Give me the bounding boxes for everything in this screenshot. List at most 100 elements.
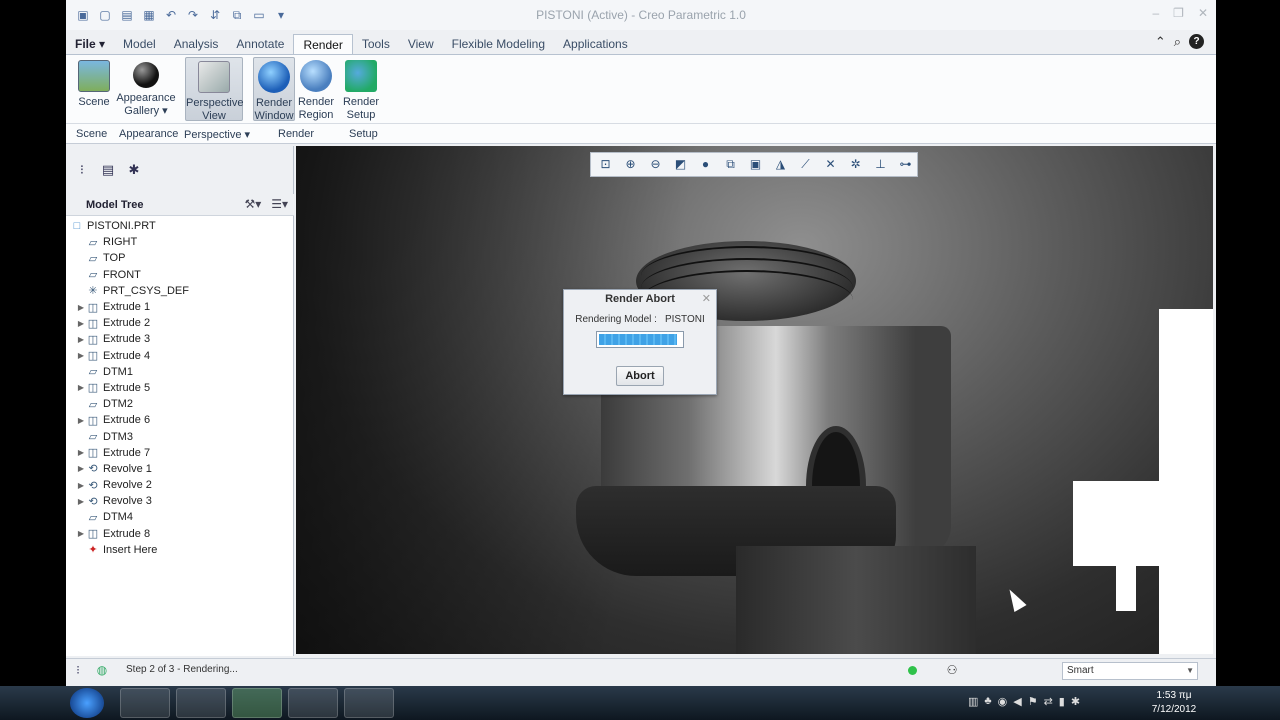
perspective-view-button[interactable]: Perspective View [185,57,243,122]
tray-safely-remove-icon[interactable]: ⇄ [1044,695,1053,708]
tree-item[interactable]: ▱ DTM2 [66,396,294,412]
display-style-icon[interactable]: ● [695,155,716,174]
datum-planes-icon[interactable]: ⟋ [795,155,816,174]
explorer-task-icon[interactable] [120,688,170,718]
tree-item[interactable]: ▶ ◫ Extrude 1 [66,299,294,315]
render-region-button[interactable]: Render Region [295,57,337,121]
group-scene[interactable]: Scene [76,128,107,140]
appearance-gallery-button[interactable]: Appearance Gallery ▾ [114,57,178,121]
tree-item[interactable]: ▶ ◫ Extrude 4 [66,348,294,364]
refit-icon[interactable]: ⊡ [595,155,616,174]
tree-item[interactable]: ▱ RIGHT [66,234,294,250]
maximize-icon[interactable]: ❐ [1173,6,1184,20]
tab-file[interactable]: File ▾ [66,34,114,54]
tree-item[interactable]: □ PISTONI.PRT [66,218,294,234]
annotations-icon[interactable]: ⊶ [895,155,916,174]
csys-icon[interactable]: ⊥ [870,155,891,174]
expand-arrow-icon[interactable]: ▶ [76,497,86,506]
expand-arrow-icon[interactable]: ▶ [76,416,86,425]
signal-icon[interactable]: ▮ [1059,695,1065,708]
feature-icon: ▱ [88,431,98,444]
tree-item[interactable]: ▶ ◫ Extrude 5 [66,380,294,396]
render-task-icon[interactable] [344,688,394,718]
expand-arrow-icon[interactable]: ▶ [76,448,86,457]
tree-item[interactable]: ▶ ◫ Extrude 7 [66,445,294,461]
tray-chrome-icon[interactable]: ◉ [998,695,1008,708]
tree-item[interactable]: ▶ ◫ Extrude 2 [66,315,294,331]
render-window-button[interactable]: Render Window [253,57,295,122]
zoom-in-icon[interactable]: ⊕ [620,155,641,174]
flag-icon[interactable]: ⚑ [1028,695,1038,708]
expand-arrow-icon[interactable]: ▶ [76,303,86,312]
expand-arrow-icon[interactable]: ▶ [76,319,86,328]
tree-item[interactable]: ✦ Insert Here [66,542,294,558]
expand-arrow-icon[interactable]: ▶ [76,529,86,538]
view-manager-icon[interactable]: ▣ [745,155,766,174]
group-perspective[interactable]: Perspective ▾ [184,128,250,141]
expand-arrow-icon[interactable]: ▶ [76,481,86,490]
bluetooth-icon[interactable]: ✱ [1071,695,1080,708]
group-setup[interactable]: Setup [349,128,378,140]
start-button-icon[interactable] [70,688,104,718]
tab-flexible-modeling[interactable]: Flexible Modeling [443,34,554,54]
tree-item[interactable]: ▶ ◫ Extrude 6 [66,412,294,428]
tab-render[interactable]: Render [293,34,353,54]
browser-toggle-icon[interactable]: ◍ [94,663,110,679]
tree-item[interactable]: ▶ ⟲ Revolve 3 [66,493,294,509]
dialog-close-icon[interactable]: ✕ [702,290,711,308]
tree-item[interactable]: ▱ FRONT [66,267,294,283]
tree-item[interactable]: ▶ ⟲ Revolve 1 [66,461,294,477]
model-tree: □ PISTONI.PRT ▱ RIGHT ▱ TOP ▱ FRONT ✳ PRT_CSYS_DE… [66,218,294,558]
tree-item[interactable]: ✳ PRT_CSYS_DEF [66,283,294,299]
tab-applications[interactable]: Applications [554,34,637,54]
tree-item[interactable]: ▱ TOP [66,250,294,266]
tray-network-icon[interactable]: ♣ [984,695,991,708]
help-icon[interactable]: ? [1189,34,1204,49]
tree-item[interactable]: ▶ ◫ Extrude 3 [66,331,294,347]
datum-points-icon[interactable]: ✲ [845,155,866,174]
search-icon[interactable]: ⌕ [1174,34,1181,50]
zoom-out-icon[interactable]: ⊖ [645,155,666,174]
minimize-ribbon-icon[interactable]: ⌃ [1155,34,1166,50]
feature-icon: ◫ [87,350,99,363]
saved-views-icon[interactable]: ⧉ [720,155,741,174]
tab-analysis[interactable]: Analysis [165,34,228,54]
folder-browser-tab-icon[interactable]: ▤ [98,160,118,180]
tree-item[interactable]: ▶ ◫ Extrude 8 [66,526,294,542]
repaint-icon[interactable]: ◩ [670,155,691,174]
find-icon[interactable]: ⚇ [944,663,960,679]
tab-view[interactable]: View [399,34,443,54]
perspective-icon[interactable]: ◮ [770,155,791,174]
expand-arrow-icon[interactable]: ▶ [76,383,86,392]
render-setup-button[interactable]: Render Setup [340,57,382,121]
tree-item[interactable]: ▶ ⟲ Revolve 2 [66,477,294,493]
app-task-icon[interactable] [288,688,338,718]
volume-icon[interactable]: ◀ [1013,695,1021,708]
close-icon[interactable]: ✕ [1198,6,1208,20]
tab-model[interactable]: Model [114,34,165,54]
tab-annotate[interactable]: Annotate [227,34,293,54]
navigator-toggle-icon[interactable]: ⁝ [70,663,86,679]
unrendered-region [1073,481,1163,566]
creo-task-icon[interactable] [232,688,282,718]
minimize-icon[interactable]: – [1152,6,1159,20]
expand-arrow-icon[interactable]: ▶ [76,351,86,360]
taskbar-clock[interactable]: 1:53 πμ 7/12/2012 [1142,689,1206,717]
selection-filter[interactable]: Smart ▼ [1062,662,1198,680]
datum-axes-icon[interactable]: ✕ [820,155,841,174]
tree-item[interactable]: ▱ DTM1 [66,364,294,380]
abort-button[interactable]: Abort [616,366,664,386]
tree-item[interactable]: ▱ DTM3 [66,428,294,444]
firefox-task-icon[interactable] [176,688,226,718]
favorites-tab-icon[interactable]: ✱ [124,160,144,180]
expand-arrow-icon[interactable]: ▶ [76,335,86,344]
expand-arrow-icon[interactable]: ▶ [76,464,86,473]
model-tree-tab-icon[interactable]: ⁝ [72,160,92,180]
settings-icon[interactable]: ⚒▾ [244,197,261,211]
tab-tools[interactable]: Tools [353,34,399,54]
show-icon[interactable]: ☰▾ [271,197,288,211]
group-appearance[interactable]: Appearance [119,128,178,140]
tree-item[interactable]: ▱ DTM4 [66,509,294,525]
tray-app-icon[interactable]: ▥ [968,695,978,708]
graphics-viewport[interactable]: ⊡ ⊕ ⊖ ◩ ● ⧉ ▣ ◮ ⟋ ✕ ✲ ⊥ ⊶ [296,146,1213,654]
